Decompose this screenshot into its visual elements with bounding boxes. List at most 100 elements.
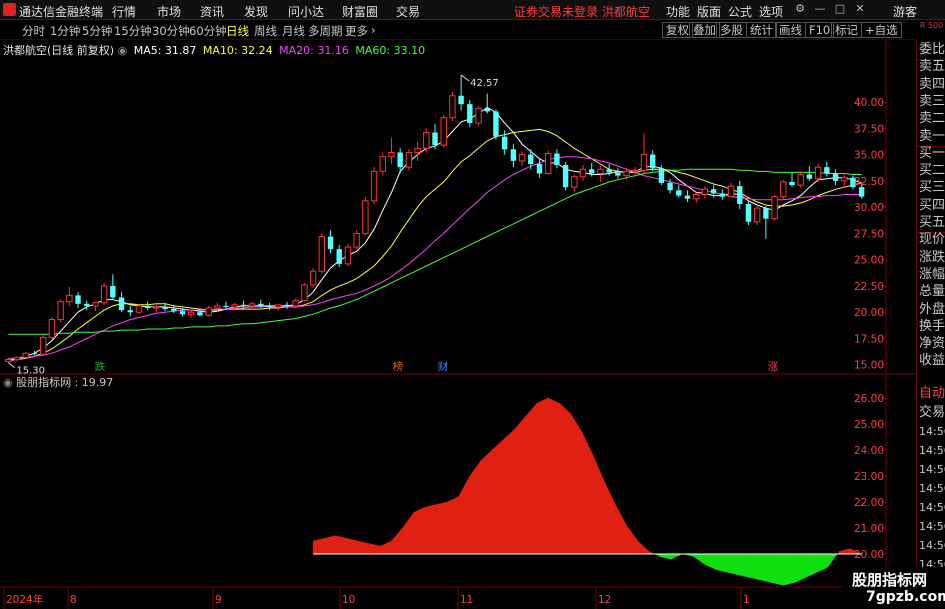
- settings-icon[interactable]: ⚙: [793, 2, 807, 16]
- trade-time: 14:56: [919, 520, 945, 533]
- tab-30min[interactable]: 30分钟: [152, 23, 190, 39]
- quote-label: 净资: [919, 336, 945, 352]
- event-marker: 跌: [95, 360, 106, 373]
- menu-gongneng[interactable]: 功能: [666, 3, 690, 20]
- ind-area-up: [603, 481, 616, 555]
- side-mode-label[interactable]: 交易: [919, 405, 945, 421]
- tab-more[interactable]: 更多: [345, 23, 368, 39]
- candle-body-down: [745, 203, 752, 222]
- candle-body-up: [579, 168, 587, 178]
- ind-area-up: [413, 506, 426, 555]
- indicator-area: 26.00 25.00 24.00 23.00 22.00 21.00 20.00: [312, 393, 886, 586]
- ind-area-up: [346, 538, 359, 555]
- chevron-right-icon[interactable]: ›: [371, 23, 376, 37]
- ind-area-down: [671, 554, 683, 560]
- side-mode-label[interactable]: 自动: [919, 386, 945, 402]
- candle-body-down: [84, 303, 90, 306]
- menu-xuanxiang[interactable]: 选项: [759, 3, 783, 20]
- event-marker: 财: [438, 360, 449, 373]
- ind-area-up: [335, 535, 347, 555]
- menu-caifuquan[interactable]: 财富圈: [342, 3, 378, 20]
- candle-body-down: [336, 249, 342, 264]
- ind-tick-label: 21.00: [854, 523, 884, 535]
- candle-body-down: [562, 165, 569, 188]
- ind-area-up: [447, 496, 459, 555]
- time-tick-label: 12: [598, 594, 611, 606]
- kline-chart[interactable]: 42.5715.30 40.00 37.50 35.00 32.50 30.00 27.5…: [0, 40, 916, 609]
- candle-body-down: [510, 149, 517, 161]
- menu-shichang[interactable]: 市场: [157, 3, 181, 20]
- ind-area-up: [458, 475, 471, 555]
- candle-body-down: [118, 297, 125, 311]
- indicator-toggle-icon[interactable]: ◉: [3, 376, 13, 389]
- price-tick-label: 17.50: [854, 333, 884, 345]
- menu-gongshi[interactable]: 公式: [728, 3, 752, 20]
- low-pointer: [8, 362, 15, 369]
- minimize-icon[interactable]: —: [813, 2, 827, 16]
- time-tick-label: 10: [342, 594, 355, 606]
- tab-5min[interactable]: 5分钟: [82, 23, 112, 39]
- mark-button[interactable]: 标记: [831, 22, 862, 38]
- menu-zixun[interactable]: 资讯: [200, 3, 224, 20]
- quote-label: 卖五: [919, 59, 945, 75]
- candle-body-up: [597, 168, 604, 174]
- tab-fenshi[interactable]: 分时: [22, 23, 45, 39]
- candle-body-down: [824, 167, 830, 174]
- candle-body-up: [379, 156, 386, 172]
- menu-faxian[interactable]: 发现: [244, 3, 268, 20]
- quote-label: 委比: [919, 42, 945, 57]
- high-pointer: [460, 74, 470, 82]
- tab-monthly[interactable]: 月线: [282, 23, 305, 39]
- ind-area-up: [839, 548, 851, 555]
- quote-label: 买四: [919, 197, 945, 213]
- candle-body-down: [162, 306, 168, 310]
- tab-1min[interactable]: 1分钟: [50, 23, 80, 39]
- candle-body-up: [440, 117, 447, 146]
- login-notice[interactable]: 证券交易未登录 洪都航空: [514, 3, 650, 20]
- multi-stock-button[interactable]: 多股: [716, 22, 747, 38]
- draw-line-button[interactable]: 画线: [775, 22, 806, 38]
- menu-wenxiaoda[interactable]: 问小达: [288, 3, 324, 20]
- ind-area-down: [738, 553, 750, 578]
- tab-multi-period[interactable]: 多周期: [308, 23, 343, 39]
- trade-time: 14:56: [919, 501, 945, 514]
- app-logo: [3, 3, 16, 16]
- candle-body-up: [231, 304, 238, 308]
- candle-body-up: [301, 284, 308, 302]
- ind-area-up: [402, 511, 415, 555]
- event-marker: 榜: [393, 360, 404, 373]
- maximize-icon[interactable]: □: [833, 2, 847, 16]
- tab-daily[interactable]: 日线: [226, 23, 249, 39]
- tab-15min[interactable]: 15分钟: [114, 23, 152, 39]
- candle-body-down: [432, 132, 438, 146]
- quote-label: 换手: [919, 318, 945, 334]
- candle-body-up: [475, 107, 482, 124]
- candle-body-up: [771, 196, 778, 220]
- tab-weekly[interactable]: 周线: [254, 23, 277, 39]
- quote-label: 买一: [919, 145, 945, 161]
- candle-body-down: [858, 187, 865, 197]
- menu-banmian[interactable]: 版面: [697, 3, 721, 20]
- stats-button[interactable]: 统计: [746, 22, 777, 38]
- add-watchlist-button[interactable]: +自选: [861, 22, 902, 38]
- menu-hangqing[interactable]: 行情: [112, 3, 136, 20]
- ind-area-down: [704, 553, 717, 570]
- candle-body-down: [789, 181, 795, 186]
- close-icon[interactable]: ✕: [853, 2, 867, 16]
- candle-body-up: [309, 270, 317, 286]
- candle-body-up: [39, 336, 47, 355]
- candle-body-up: [414, 147, 421, 153]
- tab-60min[interactable]: 60分钟: [189, 23, 227, 39]
- candle-body-down: [284, 304, 290, 306]
- f10-button[interactable]: F10: [805, 22, 835, 38]
- candle-body-up: [275, 304, 282, 308]
- guest-label[interactable]: 游客: [893, 3, 917, 20]
- time-tick-label: 9: [215, 594, 222, 606]
- quote-label: 总量: [919, 284, 945, 300]
- menu-jiaoyi[interactable]: 交易: [396, 3, 420, 20]
- ind-area-down: [805, 553, 818, 578]
- ind-area-down: [771, 553, 784, 586]
- ind-area-up: [368, 543, 381, 555]
- ind-area-up: [570, 412, 583, 555]
- ind-area-up: [391, 527, 403, 555]
